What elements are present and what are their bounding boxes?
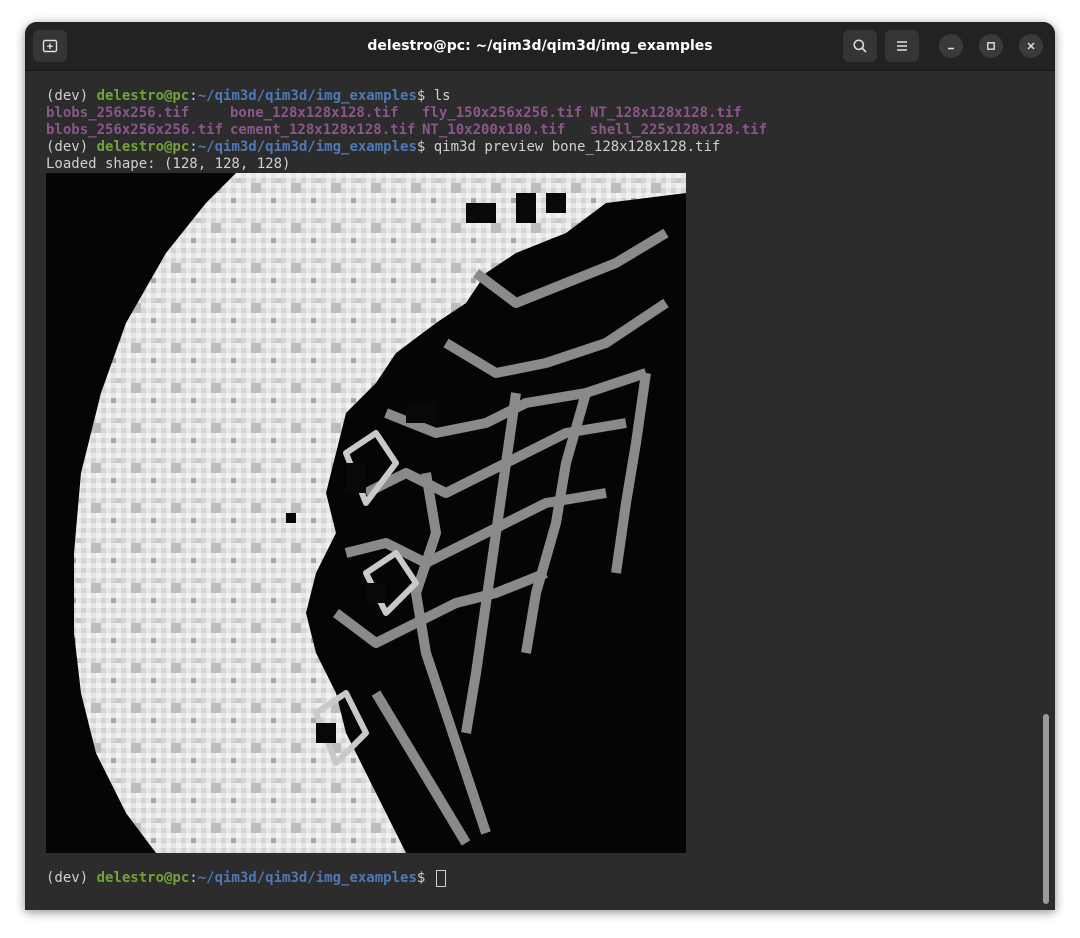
bone-slice-preview-image [46, 173, 686, 853]
hamburger-menu-icon [897, 41, 907, 51]
maximize-icon [987, 42, 995, 50]
prompt-user-host: delestro@pc [96, 88, 190, 104]
terminal-output[interactable]: (dev) delestro@pc:~/qim3d/qim3d/img_exam… [46, 88, 1036, 898]
prompt-colon: : [189, 139, 198, 155]
prompt-dollar: $ [416, 88, 434, 104]
ls-output: blobs_256x256.tif blobs_256x256x256.tif … [46, 105, 1036, 139]
prompt-colon: : [189, 88, 198, 104]
file-nt-128x128x128: NT_128x128x128.tif [590, 105, 742, 121]
close-icon [1027, 42, 1035, 50]
bone-slice-graphic [46, 173, 686, 853]
prompt-line-current: (dev) delestro@pc:~/qim3d/qim3d/img_exam… [46, 870, 1036, 887]
file-shell: shell_225x128x128.tif [590, 122, 768, 138]
minimize-button[interactable] [939, 34, 963, 58]
command-ls: ls [433, 88, 451, 104]
prompt-user-host: delestro@pc [96, 870, 190, 886]
prompt-path: ~/qim3d/qim3d/img_examples [197, 139, 417, 155]
prompt-path: ~/qim3d/qim3d/img_examples [197, 870, 417, 886]
title-bar: delestro@pc: ~/qim3d/qim3d/img_examples [25, 22, 1055, 71]
prompt-env: (dev) [46, 870, 97, 886]
file-cement: cement_128x128x128.tif [230, 122, 416, 138]
prompt-env: (dev) [46, 139, 97, 155]
loaded-shape-output: Loaded shape: (128, 128, 128) [46, 156, 291, 172]
search-icon [853, 39, 867, 53]
prompt-path: ~/qim3d/qim3d/img_examples [197, 88, 417, 104]
file-nt-10x200x100: NT_10x200x100.tif [422, 122, 566, 138]
command-preview: qim3d preview bone_128x128x128.tif [433, 139, 721, 155]
terminal-scrollbar[interactable] [1043, 714, 1049, 904]
menu-button[interactable] [885, 30, 919, 62]
file-blobs-256x256x256: blobs_256x256x256.tif [46, 122, 224, 138]
prompt-colon: : [189, 870, 198, 886]
prompt-dollar: $ [416, 870, 434, 886]
prompt-user-host: delestro@pc [96, 139, 190, 155]
file-fly: fly_150x256x256.tif [422, 105, 583, 121]
close-button[interactable] [1019, 34, 1043, 58]
file-blobs-256x256: blobs_256x256.tif [46, 105, 190, 121]
minimize-icon [948, 47, 954, 50]
terminal-window: delestro@pc: ~/qim3d/qim3d/img_examples [25, 22, 1055, 910]
prompt-env: (dev) [46, 88, 97, 104]
search-button[interactable] [843, 30, 877, 62]
text-cursor [435, 870, 446, 887]
file-bone: bone_128x128x128.tif [230, 105, 399, 121]
prompt-line-preview: (dev) delestro@pc:~/qim3d/qim3d/img_exam… [46, 139, 1036, 156]
maximize-button[interactable] [979, 34, 1003, 58]
prompt-line-ls: (dev) delestro@pc:~/qim3d/qim3d/img_exam… [46, 88, 1036, 105]
prompt-dollar: $ [416, 139, 434, 155]
